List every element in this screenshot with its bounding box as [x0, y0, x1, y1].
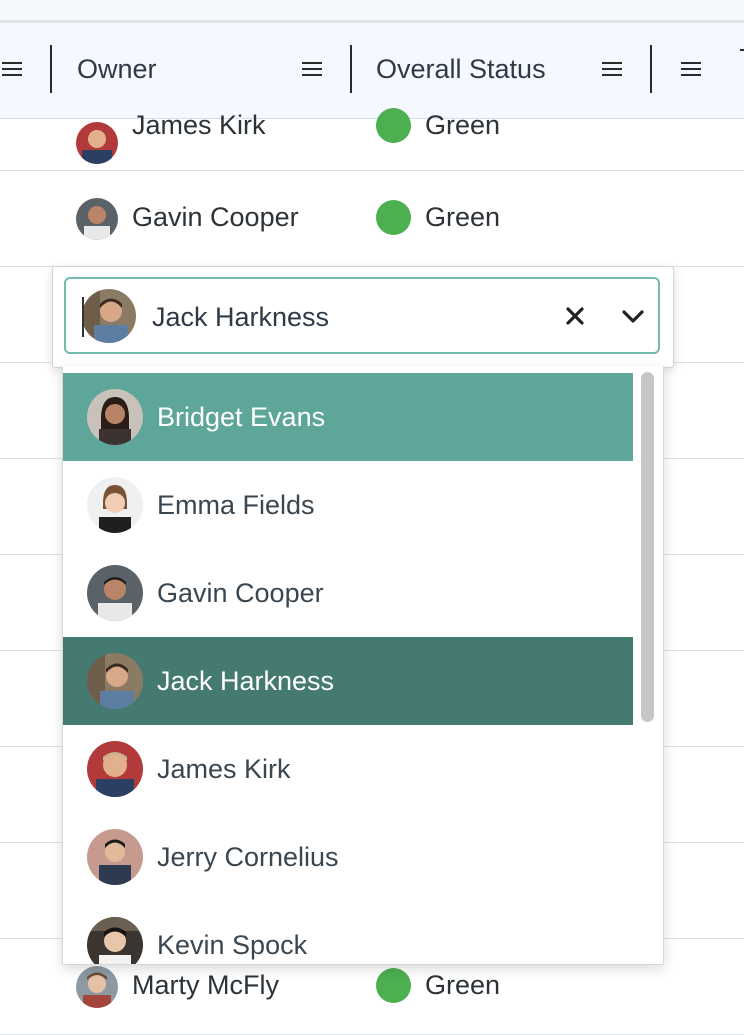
- avatar: [87, 389, 143, 445]
- grid-top-strip: [0, 0, 744, 23]
- option-label: Jerry Cornelius: [157, 842, 339, 872]
- avatar: [87, 653, 143, 709]
- status-text: Green: [425, 110, 501, 140]
- avatar: [87, 741, 143, 797]
- option-label: Gavin Cooper: [157, 578, 324, 608]
- option-emma-fields[interactable]: Emma Fields: [63, 461, 633, 549]
- option-jack-harkness[interactable]: Jack Harkness: [63, 637, 633, 725]
- avatar: [87, 829, 143, 885]
- owner-name: James Kirk: [132, 110, 266, 140]
- status-text: Green: [425, 202, 501, 232]
- status-text: Green: [425, 970, 501, 1000]
- combobox-value[interactable]: Jack Harkness: [152, 302, 329, 333]
- option-label: Emma Fields: [157, 490, 315, 520]
- status-dot-icon: [376, 968, 411, 1003]
- option-label: Jack Harkness: [157, 666, 335, 696]
- avatar: [87, 565, 143, 621]
- avatar: [87, 477, 143, 533]
- owner-options-list[interactable]: Bridget Evans Emma Fields Gavin Cooper J…: [62, 366, 664, 965]
- scrollbar-thumb[interactable]: [641, 372, 654, 722]
- close-icon[interactable]: [560, 301, 590, 331]
- table-row[interactable]: James Kirk Green: [0, 74, 744, 171]
- chevron-down-icon[interactable]: [618, 301, 648, 331]
- owner-name: Gavin Cooper: [132, 202, 299, 232]
- avatar: [76, 122, 118, 164]
- cell-editor-popup: Jack Harkness: [52, 266, 674, 368]
- selected-avatar: [82, 289, 136, 343]
- avatar: [76, 198, 118, 240]
- option-jerry-cornelius[interactable]: Jerry Cornelius: [63, 813, 633, 901]
- option-gavin-cooper[interactable]: Gavin Cooper: [63, 549, 633, 637]
- status-dot-icon: [376, 108, 411, 143]
- table-row[interactable]: Gavin Cooper Green: [0, 170, 744, 267]
- option-label: James Kirk: [157, 754, 291, 784]
- filter-icon[interactable]: [740, 49, 744, 65]
- status-dot-icon: [376, 200, 411, 235]
- option-james-kirk[interactable]: James Kirk: [63, 725, 633, 813]
- option-bridget-evans[interactable]: Bridget Evans: [63, 373, 633, 461]
- avatar: [87, 917, 143, 964]
- owner-combobox[interactable]: Jack Harkness: [64, 277, 660, 354]
- text-caret: [82, 297, 84, 337]
- option-label: Bridget Evans: [157, 402, 326, 432]
- avatar: [76, 966, 118, 1008]
- option-kevin-spock[interactable]: Kevin Spock: [63, 901, 633, 964]
- owner-name: Marty McFly: [132, 970, 279, 1000]
- option-label: Kevin Spock: [157, 930, 308, 960]
